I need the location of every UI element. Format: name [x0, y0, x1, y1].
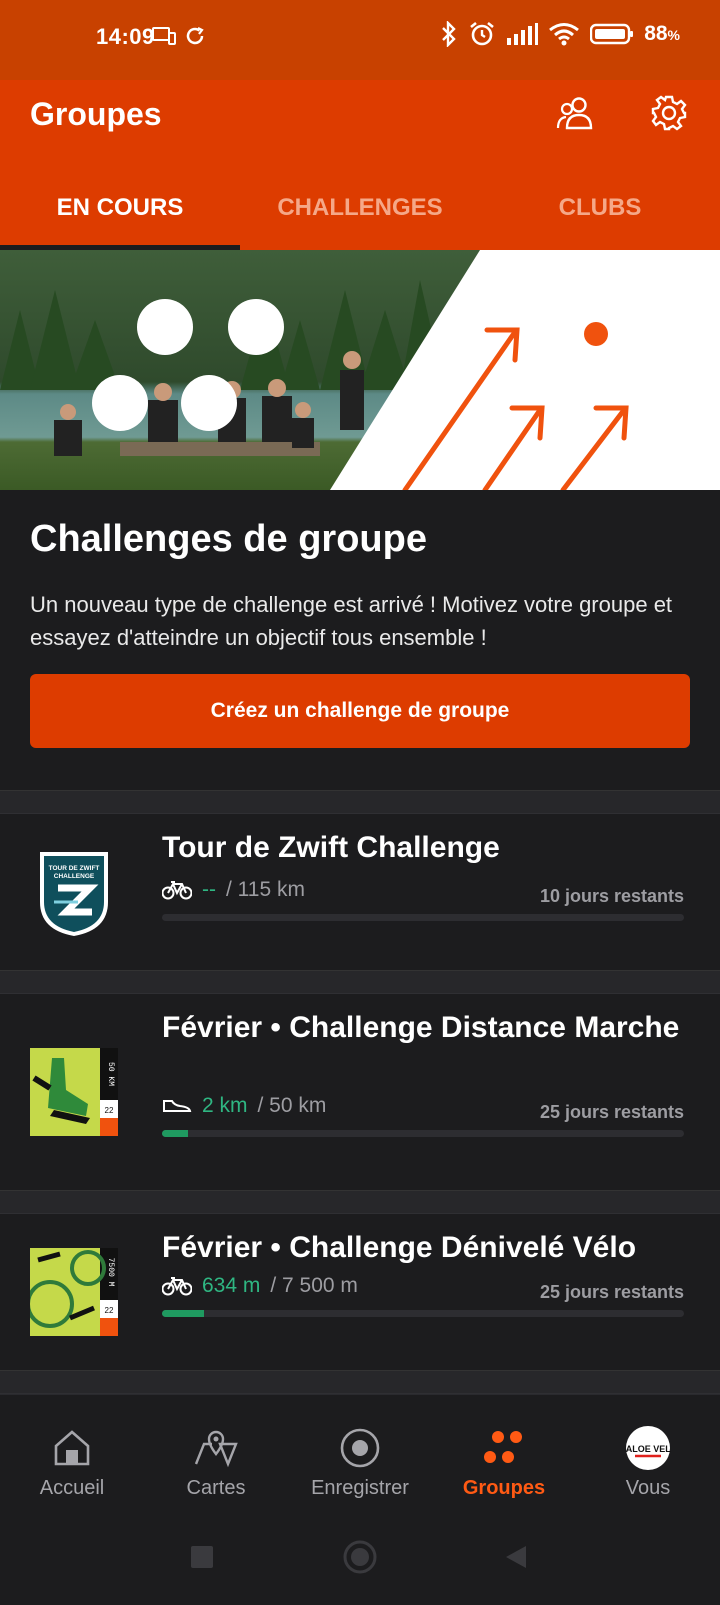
- nav-cartes[interactable]: Cartes: [144, 1395, 288, 1525]
- status-time: 14:09: [96, 24, 155, 49]
- challenge-stats: -- / 115 km: [162, 878, 305, 902]
- bike-icon: [162, 1277, 192, 1296]
- tab-en-cours[interactable]: EN COURS: [0, 176, 240, 250]
- challenge-current-value: 634 m: [202, 1274, 261, 1297]
- challenge-card-distance-marche[interactable]: 50 KM 22 Février • Challenge Distance Ma…: [0, 994, 720, 1190]
- nav-accueil[interactable]: Accueil: [0, 1395, 144, 1525]
- avatar-logo-text: MALOE VELO: [625, 1444, 671, 1454]
- promo-heading: Challenges de groupe: [30, 518, 427, 560]
- hero-illustration: [0, 250, 720, 490]
- challenge-badge: 7500 M 22: [26, 1248, 118, 1336]
- tab-bar: EN COURS CHALLENGES CLUBS: [0, 176, 720, 250]
- nav-label: Enregistrer: [311, 1477, 409, 1499]
- challenge-goal-value: / 7 500 m: [270, 1274, 358, 1297]
- badge-year-text: 22: [105, 1106, 114, 1115]
- challenge-progress-bar: [162, 1310, 684, 1317]
- progress-fill: [162, 1310, 204, 1317]
- badge-title-text: TOUR DE ZWIFT: [49, 865, 100, 872]
- badge-side-text: 50 KM: [106, 1062, 115, 1086]
- shoe-icon: [163, 1100, 192, 1112]
- home-system-button[interactable]: [343, 1540, 377, 1574]
- challenge-badge: 50 KM 22: [30, 1048, 118, 1136]
- people-icon: [556, 97, 593, 130]
- nav-label: Cartes: [186, 1477, 246, 1499]
- badge-year-text: 22: [105, 1306, 114, 1315]
- challenge-days-remaining: 25 jours restants: [539, 1102, 684, 1122]
- settings-button[interactable]: [646, 90, 692, 136]
- groups-icon: [481, 1425, 527, 1471]
- challenge-progress-bar: [162, 914, 684, 921]
- status-bar: 14:09 88%: [0, 0, 720, 80]
- group-challenge-promo: Challenges de groupe Un nouveau type de …: [0, 490, 720, 790]
- challenge-goal-value: / 50 km: [257, 1094, 327, 1117]
- challenge-current-value: --: [202, 878, 216, 901]
- challenge-name: Février • Challenge Dénivelé Vélo: [162, 1231, 637, 1264]
- section-divider: [0, 1370, 720, 1394]
- map-icon: [193, 1425, 239, 1471]
- challenge-badge: TOUR DE ZWIFT CHALLENGE: [30, 850, 118, 938]
- challenge-name: Tour de Zwift Challenge: [162, 831, 500, 864]
- challenge-name: Février • Challenge Distance Marche: [162, 1011, 680, 1044]
- alarm-icon: [470, 21, 494, 46]
- challenge-stats: 2 km / 50 km: [162, 1094, 326, 1118]
- bluetooth-icon: [442, 21, 456, 47]
- promo-description: Un nouveau type de challenge est arrivé …: [30, 592, 673, 650]
- challenge-stats: 634 m / 7 500 m: [162, 1274, 358, 1298]
- badge-side-text: 7500 M: [106, 1258, 115, 1287]
- back-button[interactable]: [506, 1546, 526, 1568]
- progress-fill: [162, 1130, 189, 1137]
- challenge-days-remaining: 10 jours restants: [539, 886, 684, 906]
- bike-icon: [162, 881, 192, 900]
- nav-enregistrer[interactable]: Enregistrer: [288, 1395, 432, 1525]
- record-icon: [337, 1425, 383, 1471]
- sync-icon: [186, 27, 204, 45]
- app-bar: Groupes EN COURS CHALLENGES CLUBS: [0, 80, 720, 250]
- challenge-goal-value: / 115 km: [226, 878, 305, 901]
- battery-icon: [590, 23, 634, 45]
- challenge-days-remaining: 25 jours restants: [539, 1282, 684, 1302]
- gear-icon: [651, 95, 687, 131]
- challenge-card-tour-de-zwift[interactable]: TOUR DE ZWIFT CHALLENGE Tour de Zwift Ch…: [0, 814, 720, 970]
- battery-level: 88%: [644, 22, 680, 45]
- system-navigation-bar: [0, 1524, 720, 1600]
- badge-subtitle-text: CHALLENGE: [54, 873, 95, 880]
- create-group-challenge-button[interactable]: Créez un challenge de groupe: [30, 674, 690, 748]
- nav-groupes[interactable]: Groupes: [432, 1395, 576, 1525]
- signal-icon: [507, 23, 539, 45]
- home-icon: [49, 1425, 95, 1471]
- hero-banner: [0, 250, 720, 490]
- section-divider: [0, 790, 720, 814]
- screen-cast-icon: [152, 27, 176, 45]
- challenge-current-value: 2 km: [202, 1094, 248, 1117]
- nav-label: Groupes: [462, 1477, 546, 1499]
- page-title: Groupes: [30, 96, 162, 132]
- status-left-icons: [152, 25, 206, 47]
- tab-challenges[interactable]: CHALLENGES: [240, 176, 480, 250]
- avatar: MALOE VELO: [625, 1425, 671, 1471]
- section-divider: [0, 1190, 720, 1214]
- challenge-progress-bar: [162, 1130, 684, 1137]
- challenge-card-denivele-velo[interactable]: 7500 M 22 Février • Challenge Dénivelé V…: [0, 1214, 720, 1370]
- recents-button[interactable]: [191, 1546, 213, 1568]
- nav-vous[interactable]: MALOE VELO Vous: [576, 1395, 720, 1525]
- nav-label: Accueil: [39, 1477, 105, 1499]
- bottom-navigation: Accueil Cartes Enregistrer Groupes MALOE…: [0, 1394, 720, 1525]
- wifi-icon: [549, 23, 580, 46]
- section-divider: [0, 970, 720, 994]
- friends-button[interactable]: [554, 90, 600, 136]
- tab-clubs[interactable]: CLUBS: [480, 176, 720, 250]
- status-right-icons: 88%: [440, 20, 680, 48]
- nav-label: Vous: [625, 1477, 671, 1499]
